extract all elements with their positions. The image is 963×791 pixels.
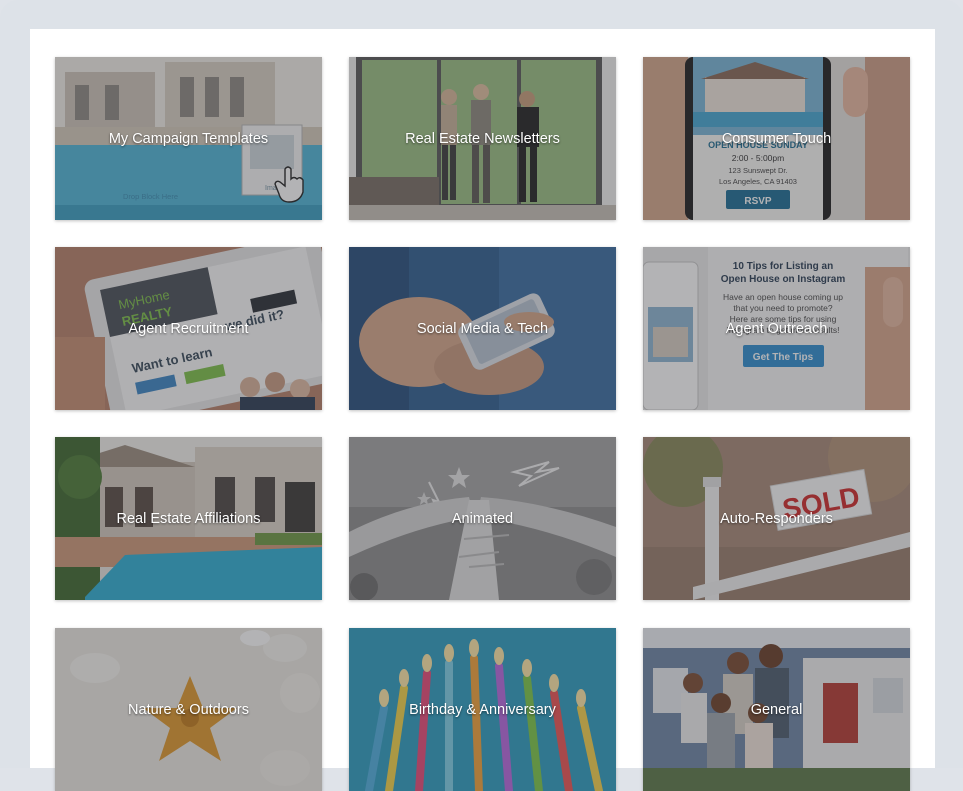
category-card-real-estate-affiliations[interactable]: Real Estate Affiliations [55,437,322,600]
category-label: Nature & Outdoors [128,701,249,718]
category-card-agent-recruitment[interactable]: MyHome REALTY we did it? Want to learn A… [55,247,322,410]
category-card-real-estate-newsletters[interactable]: Real Estate Newsletters [349,57,616,220]
category-label: My Campaign Templates [108,130,269,147]
category-label: Agent Recruitment [128,320,249,337]
category-card-nature-outdoors[interactable]: Nature & Outdoors [55,628,322,791]
category-label: Consumer Touch [721,130,832,147]
category-label: Agent Outreach [725,320,828,337]
category-card-auto-responders[interactable]: SOLD Auto-Responders [643,437,910,600]
category-label: Real Estate Newsletters [405,130,560,147]
category-card-my-campaign-templates[interactable]: Imag Drop Block Here My Campaign Templat… [55,57,322,220]
category-label: Animated [451,510,514,527]
category-card-agent-outreach[interactable]: 10 Tips for Listing an Open House on Ins… [643,247,910,410]
category-label: Social Media & Tech [416,320,549,337]
category-label: Birthday & Anniversary [409,701,556,718]
category-card-birthday-anniversary[interactable]: Birthday & Anniversary [349,628,616,791]
category-label: General [750,701,803,718]
category-label: Real Estate Affiliations [116,510,261,527]
category-label: Auto-Responders [720,510,833,527]
category-card-animated[interactable]: Animated [349,437,616,600]
category-card-social-media-tech[interactable]: Social Media & Tech [349,247,616,410]
category-card-consumer-touch[interactable]: OPEN HOUSE SUNDAY 2:00 - 5:00pm 123 Suns… [643,57,910,220]
category-card-general[interactable]: General [643,628,910,791]
